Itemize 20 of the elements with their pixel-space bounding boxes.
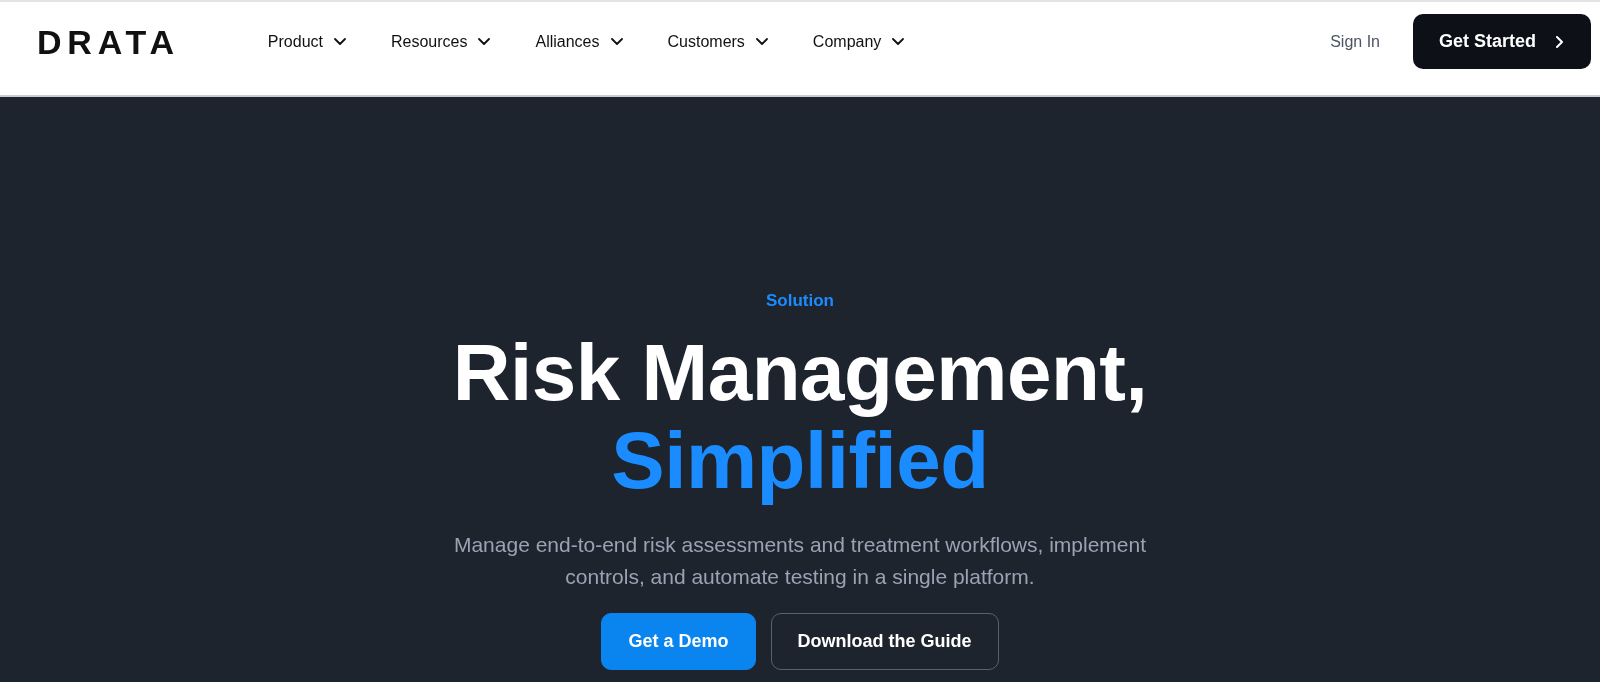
- guide-button[interactable]: Download the Guide: [770, 613, 999, 670]
- hero-heading-line: Risk Management,: [452, 329, 1148, 417]
- chevron-down-icon: [334, 38, 346, 45]
- chevron-down-icon: [755, 38, 768, 45]
- get-started-button[interactable]: Get Started: [1412, 14, 1591, 69]
- nav-menu-item[interactable]: Alliances: [535, 32, 623, 51]
- chevron-down-icon: [892, 38, 905, 45]
- chevron-down-icon: [610, 38, 623, 45]
- demo-button[interactable]: Get a Demo: [601, 613, 756, 670]
- sign-in-link[interactable]: Sign In: [1330, 32, 1380, 51]
- hero-heading-line: Simplified: [611, 417, 989, 505]
- nav-menu-item[interactable]: Customers: [667, 32, 768, 51]
- eyebrow-label: Solution: [766, 290, 834, 312]
- nav-menu-item[interactable]: Resources: [391, 32, 491, 51]
- nav-menu-item[interactable]: Company: [812, 32, 905, 51]
- chevron-right-icon: [1556, 35, 1563, 48]
- chevron-down-icon: [478, 38, 491, 45]
- hero-description: Manage end-to-end risk assessments and treatment workflows, implement controls, and automate testing in a single platform.: [452, 532, 1148, 590]
- logo[interactable]: DRATA: [37, 24, 180, 59]
- nav-menu-item[interactable]: Product: [267, 32, 346, 51]
